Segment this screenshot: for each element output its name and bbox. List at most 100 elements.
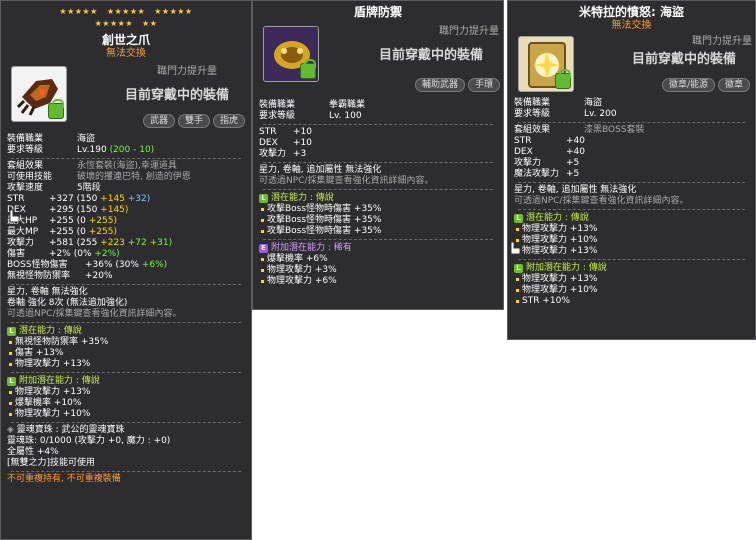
claw-icon (11, 66, 67, 122)
req-level-reduction: (200 - 10) (109, 145, 155, 155)
additional-potential-title: 附加潛在能力 : 稀有 (271, 243, 352, 253)
additional-potential-title: 附加潛在能力 : 傳說 (19, 376, 100, 386)
stat-label: STR (259, 127, 277, 137)
set-effect-label: 套組效果 (7, 161, 44, 171)
soul-header: ◈ 靈魂寶珠 : 武公的靈魂寶珠 (7, 425, 245, 436)
equipped-label: 目前穿戴中的裝備 (632, 52, 737, 67)
stat-base: (0% (73, 249, 95, 259)
equip-job-label: 裝備職業 (259, 100, 296, 110)
additional-potential-line: 物理攻擊力 +13% (7, 387, 245, 398)
npc-note: 可透過NPC/採集鍵查看強化資訊詳細內容。 (259, 176, 434, 186)
stat-base: (150 (76, 205, 101, 215)
stat-base: (0 (76, 227, 89, 237)
item-title: 米特拉的憤怒: 海盜 (579, 5, 684, 19)
divider (263, 239, 493, 240)
hand-cursor-icon (9, 209, 20, 223)
stat-value: +40 (566, 136, 585, 146)
set-effect-label: 套組效果 (514, 125, 551, 135)
additional-potential-line: 物理攻擊力 +13% (514, 274, 749, 285)
star-group: ★★★★★ (94, 19, 133, 28)
additional-potential-header: L 附加潛在能力 : 傳說 (7, 375, 245, 387)
stat-bonus: +255) (88, 216, 117, 226)
req-level-value: Lv.190 (77, 145, 107, 155)
scroll-note: 卷軸 強化 8次 (無法追加強化) (7, 298, 128, 308)
star-force-note: 星力, 卷軸, 追加屬性 無法強化 (514, 185, 637, 195)
item-header: 職門力提升量 目前穿戴中的裝備 輔助武器 手環 (253, 20, 503, 100)
stat-value: +2% (49, 249, 71, 259)
tag-bracelet: 手環 (468, 78, 501, 92)
stat-value: +40 (566, 147, 585, 157)
star-group: ★★★★★ (154, 7, 193, 16)
tooltip-panel-mitra-rage: 米特拉的憤怒: 海盜 無法交換 職門力提升量 目前穿戴中的裝備 徽章/能源 徽章… (507, 0, 756, 340)
stat-label: 無視怪物防禦率 (7, 271, 71, 281)
req-level-label: 要求等級 (7, 145, 44, 155)
item-info: 裝備職業 拳霸職業 要求等級 Lv. 100 STR +10 DEX +10 攻擊力 +3… (253, 100, 503, 287)
category-tags: 輔助武器 手環 (415, 78, 501, 92)
legendary-icon: L (514, 213, 523, 223)
npc-note: 可透過NPC/採集鍵查看強化資訊詳細內容。 (514, 196, 689, 206)
divider (518, 259, 745, 260)
stat-label: DEX (259, 138, 278, 148)
item-title: 創世之爪 (101, 33, 150, 47)
item-title: 盾牌防禦 (353, 5, 402, 19)
equip-job-value: 海盜 (77, 134, 96, 144)
stat-bonus: +6%) (141, 260, 168, 270)
soul-title: 靈魂寶珠 : 武公的靈魂寶珠 (16, 425, 125, 435)
divider (263, 189, 493, 190)
tag-knuckle: 指虎 (213, 114, 246, 128)
stat-value: +295 (49, 205, 74, 215)
stat-bonus: +255) (88, 227, 117, 237)
req-level-label: 要求等級 (259, 111, 296, 121)
divider (11, 158, 241, 159)
stat-base: (255 (76, 238, 101, 248)
tag-emblem-energy: 徽章/能源 (662, 78, 716, 92)
divider (11, 284, 241, 285)
emblem-icon (518, 36, 574, 92)
legendary-icon: L (514, 263, 523, 273)
stat-label: 傷害 (7, 249, 26, 259)
divider (263, 162, 493, 163)
potential-line: 攻擊Boss怪物時傷害 +35% (259, 226, 497, 237)
stat-bonus: +145 (100, 194, 125, 204)
stat-label: 攻擊力 (7, 238, 35, 248)
potential-title: 潛在能力 : 傳說 (271, 193, 334, 203)
potential-header: L 潛在能力 : 傳說 (259, 192, 497, 204)
potential-line: 攻擊Boss怪物時傷害 +35% (259, 204, 497, 215)
star-group: ★★ (142, 19, 158, 28)
all-stat: 全屬性 +4% (7, 447, 59, 457)
attack-speed-label: 攻擊速度 (7, 183, 44, 193)
equip-job-label: 裝備職業 (514, 98, 551, 108)
skill-label: 可使用技能 (7, 172, 53, 182)
stat-label: STR (7, 194, 25, 204)
lock-icon (555, 69, 571, 89)
stat-value: +20% (85, 271, 113, 281)
additional-potential-title: 附加潛在能力 : 傳說 (526, 263, 607, 273)
legendary-icon: L (259, 193, 268, 203)
divider (11, 322, 241, 323)
req-level-value: Lv. 200 (584, 109, 617, 119)
item-info: 裝備職業 海盜 要求等級 Lv.190 (200 - 10) 套組效果 永恆套裝(海盜… (1, 134, 251, 485)
trade-restriction: 無法交換 (106, 48, 146, 59)
tag-sub-weapon: 輔助武器 (415, 78, 466, 92)
stat-base: (150 (76, 194, 101, 204)
stat-value: +5 (566, 169, 580, 179)
tooltip-panel-genesis-claw: ★★★★★ ★★★★★ ★★★★★ ★★★★★ ★★ 創世之爪 無法交換 職門力… (0, 0, 252, 540)
tag-two-handed: 雙手 (178, 114, 211, 128)
potential-line: 物理攻擊力 +13% (7, 359, 245, 370)
hand-cursor-icon (510, 241, 521, 255)
stat-enhance: +32) (124, 194, 151, 204)
potential-line: 物理攻擊力 +13% (514, 246, 749, 257)
stat-bonus: +2%) (94, 249, 120, 259)
stat-enhance: +72 +31) (124, 238, 173, 248)
star-group: ★★★★★ (59, 7, 98, 16)
star-force-row-1: ★★★★★ ★★★★★ ★★★★★ (1, 7, 251, 17)
divider (11, 372, 241, 373)
potential-title: 潛在能力 : 傳說 (526, 213, 589, 223)
stat-label: DEX (514, 147, 533, 157)
legendary-icon: L (7, 326, 16, 336)
stat-value: +5 (566, 158, 580, 168)
additional-potential-line: 物理攻擊力 +3% (259, 265, 497, 276)
star-force-note: 星力, 卷軸 無法強化 (7, 287, 88, 297)
stat-base: (0 (76, 216, 89, 226)
rare-icon: E (259, 243, 268, 253)
